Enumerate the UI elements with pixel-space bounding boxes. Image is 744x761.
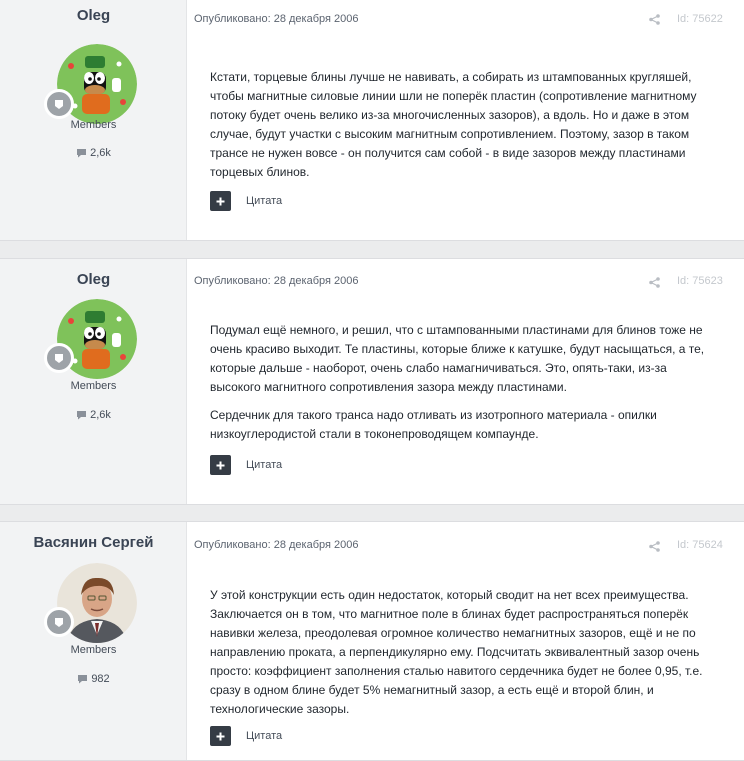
- author-name[interactable]: Oleg: [0, 7, 187, 24]
- author-group: Members: [70, 644, 117, 656]
- author-group: Members: [70, 119, 117, 131]
- post-date: Опубликовано: 28 декабря 2006: [194, 13, 359, 25]
- author-name[interactable]: Oleg: [0, 271, 187, 288]
- post-count-value: 982: [91, 673, 110, 685]
- post-paragraph: Подумал ещё немного, и решил, что с штам…: [210, 323, 705, 394]
- post-paragraph: Сердечник для такого транса надо отливат…: [210, 408, 657, 441]
- plus-icon: [216, 197, 225, 205]
- plus-icon: [216, 461, 225, 469]
- share-icon[interactable]: [649, 541, 660, 552]
- post-date: Опубликовано: 28 декабря 2006: [194, 275, 359, 287]
- post-id[interactable]: Id: 75622: [677, 13, 723, 25]
- author-panel: Oleg Members 2,6k: [0, 0, 187, 240]
- author-post-count: 982: [0, 673, 187, 687]
- author-panel: Васянин Сергей Members 982: [0, 522, 187, 760]
- author-name[interactable]: Васянин Сергей: [0, 534, 187, 551]
- author-post-count: 2,6k: [0, 409, 187, 423]
- post-date: Опубликовано: 28 декабря 2006: [194, 539, 359, 551]
- rank-badge-icon: [44, 343, 74, 373]
- share-icon[interactable]: [649, 277, 660, 288]
- share-icon[interactable]: [649, 14, 660, 25]
- rank-badge-icon: [44, 607, 74, 637]
- author-group: Members: [70, 380, 117, 392]
- author-post-count: 2,6k: [0, 147, 187, 161]
- post-count-value: 2,6k: [90, 409, 111, 421]
- comment-icon: [77, 411, 87, 420]
- comment-icon: [78, 675, 88, 684]
- post-paragraph: У этой конструкции есть один недостаток,…: [210, 588, 703, 716]
- quote-button[interactable]: Цитата: [246, 730, 282, 742]
- post-content: У этой конструкции есть один недостаток,…: [210, 586, 710, 728]
- post-content: Подумал ещё немного, и решил, что с штам…: [210, 321, 710, 453]
- post-75624: Васянин Сергей Members 982 Опубликовано:…: [0, 521, 744, 761]
- plus-icon: [216, 732, 225, 740]
- author-panel: Oleg Members 2,6k: [0, 259, 187, 504]
- post-id[interactable]: Id: 75623: [677, 275, 723, 287]
- rank-badge-icon: [44, 89, 74, 119]
- post-75622: Oleg Members 2,6k Опубликовано: 28 декаб…: [0, 0, 744, 241]
- quote-button[interactable]: Цитата: [246, 195, 282, 207]
- post-paragraph: Кстати, торцевые блины лучше не навивать…: [210, 70, 697, 179]
- post-id[interactable]: Id: 75624: [677, 539, 723, 551]
- post-75623: Oleg Members 2,6k Опубликовано: 28 декаб…: [0, 258, 744, 505]
- quote-button[interactable]: Цитата: [246, 459, 282, 471]
- comment-icon: [77, 149, 87, 158]
- post-content: Кстати, торцевые блины лучше не навивать…: [210, 68, 710, 191]
- multiquote-button[interactable]: [210, 726, 231, 746]
- multiquote-button[interactable]: [210, 191, 231, 211]
- post-count-value: 2,6k: [90, 147, 111, 159]
- multiquote-button[interactable]: [210, 455, 231, 475]
